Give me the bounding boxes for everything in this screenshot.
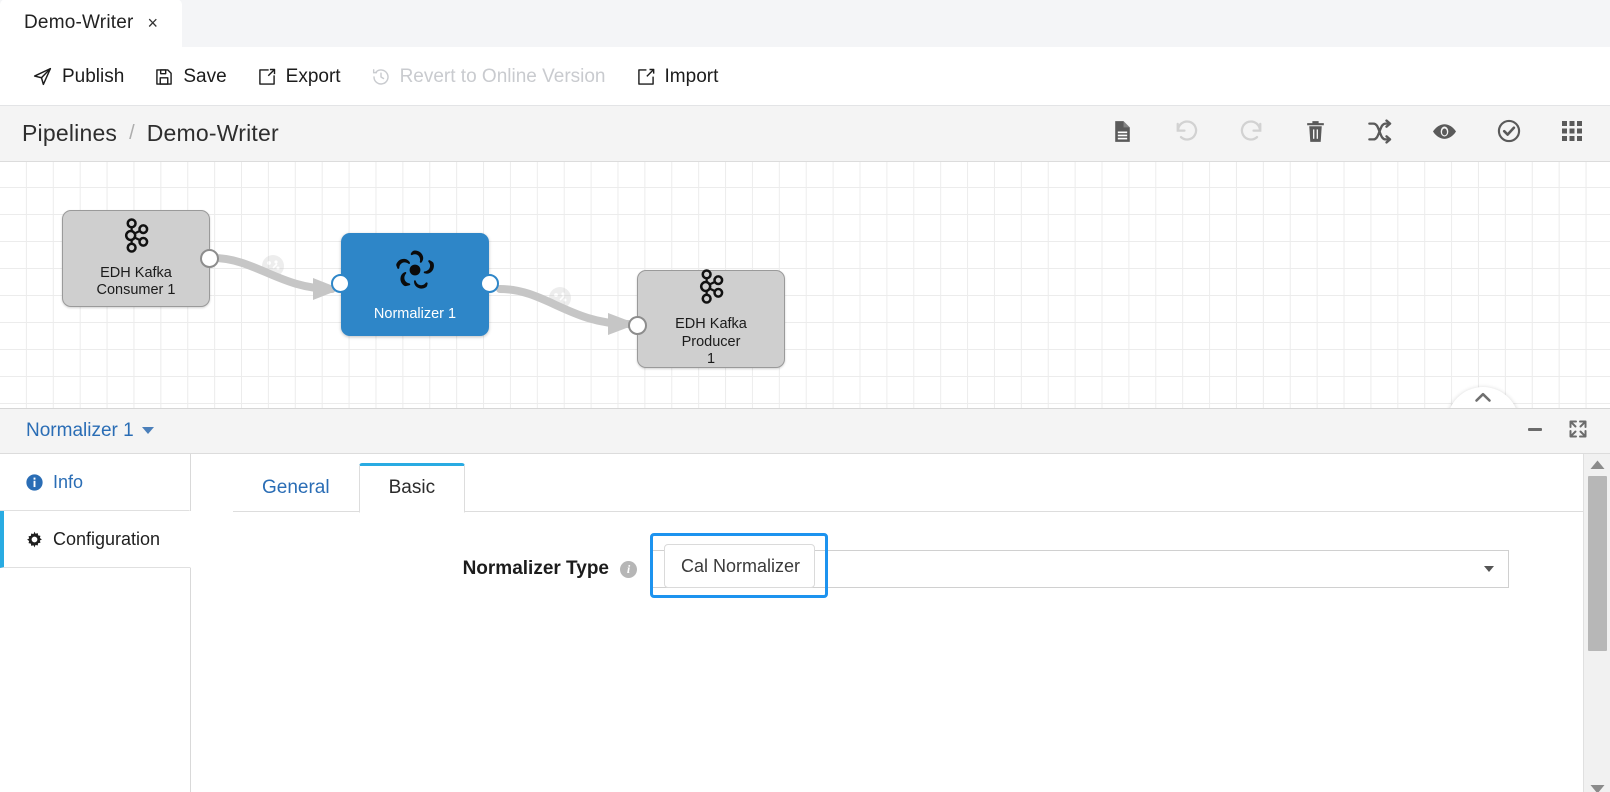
document-tab-label: Demo-Writer bbox=[24, 12, 134, 34]
kafka-icon bbox=[695, 269, 728, 309]
normalizer-type-select-wrap: Cal Normalizer bbox=[651, 550, 1509, 588]
info-icon bbox=[26, 474, 43, 491]
canvas-node-edh-kafka-producer-1[interactable]: EDH Kafka Producer 1 bbox=[637, 270, 785, 368]
minimize-icon[interactable] bbox=[1526, 420, 1544, 443]
node-output-port[interactable] bbox=[480, 274, 499, 293]
panel-content-area: General Basic Normalizer Type i Cal Norm… bbox=[191, 454, 1583, 792]
sidebar-item-label: Configuration bbox=[53, 529, 160, 550]
export-icon bbox=[257, 67, 277, 87]
metrics-gauge-icon bbox=[262, 255, 284, 277]
breadcrumb-separator: / bbox=[129, 122, 135, 145]
node-input-port[interactable] bbox=[331, 274, 350, 293]
canvas-node-label: EDH Kafka Consumer 1 bbox=[91, 265, 182, 300]
scroll-thumb[interactable] bbox=[1588, 476, 1607, 651]
properties-panel-body: Info Configuration General Basic Normali… bbox=[0, 454, 1610, 792]
close-icon[interactable]: × bbox=[148, 14, 159, 32]
eye-preview-icon[interactable] bbox=[1431, 118, 1458, 150]
chevron-down-icon bbox=[1484, 566, 1494, 572]
normalizer-type-value-chip[interactable]: Cal Normalizer bbox=[664, 544, 815, 588]
revert-to-online-version-button: Revert to Online Version bbox=[371, 66, 606, 88]
tab-general[interactable]: General bbox=[233, 477, 359, 512]
chevron-down-icon bbox=[142, 427, 154, 434]
export-label: Export bbox=[286, 66, 341, 88]
breadcrumb-header: Pipelines / Demo-Writer bbox=[0, 106, 1610, 162]
flow-connections bbox=[0, 162, 1610, 408]
field-label-text: Normalizer Type bbox=[463, 558, 609, 580]
publish-label: Publish bbox=[62, 66, 124, 88]
form-row-normalizer-type: Normalizer Type i Cal Normalizer bbox=[191, 550, 1583, 588]
panel-header-actions bbox=[1526, 419, 1588, 444]
save-floppy-icon bbox=[154, 67, 174, 87]
info-circle-icon[interactable]: i bbox=[620, 561, 637, 578]
trash-icon[interactable] bbox=[1303, 119, 1328, 149]
document-tab-demo-writer[interactable]: Demo-Writer × bbox=[0, 0, 182, 47]
tab-basic[interactable]: Basic bbox=[359, 463, 465, 513]
scroll-up-arrow[interactable] bbox=[1590, 457, 1605, 473]
shuffle-icon[interactable] bbox=[1366, 118, 1393, 150]
scroll-down-arrow[interactable] bbox=[1590, 781, 1605, 792]
panel-title-dropdown[interactable]: Normalizer 1 bbox=[26, 420, 154, 442]
import-button[interactable]: Import bbox=[636, 66, 719, 88]
save-label: Save bbox=[183, 66, 226, 88]
normalizer-type-value: Cal Normalizer bbox=[681, 556, 800, 577]
panel-vertical-scrollbar[interactable] bbox=[1583, 454, 1610, 792]
revert-clock-icon bbox=[371, 67, 391, 87]
panel-tab-row: General Basic bbox=[191, 454, 1583, 512]
breadcrumb-root[interactable]: Pipelines bbox=[22, 120, 117, 147]
import-icon bbox=[636, 67, 656, 87]
canvas-node-normalizer-1[interactable]: Normalizer 1 bbox=[341, 233, 489, 336]
normalizer-icon bbox=[391, 246, 439, 299]
breadcrumb-current: Demo-Writer bbox=[147, 120, 279, 147]
redo-icon bbox=[1238, 118, 1265, 150]
kafka-icon bbox=[120, 218, 153, 258]
expand-fullscreen-icon[interactable] bbox=[1568, 419, 1588, 444]
panel-side-tabs: Info Configuration bbox=[0, 454, 191, 792]
check-circle-icon[interactable] bbox=[1496, 118, 1522, 149]
save-button[interactable]: Save bbox=[154, 66, 226, 88]
publish-button[interactable]: Publish bbox=[32, 66, 124, 88]
canvas-toolbar bbox=[1110, 118, 1584, 150]
undo-icon bbox=[1173, 118, 1200, 150]
canvas-node-edh-kafka-consumer-1[interactable]: EDH Kafka Consumer 1 bbox=[62, 210, 210, 307]
configuration-form: Normalizer Type i Cal Normalizer bbox=[191, 512, 1583, 792]
sidebar-item-info[interactable]: Info bbox=[0, 454, 190, 511]
export-button[interactable]: Export bbox=[257, 66, 341, 88]
action-toolbar: Publish Save Export Revert to Online Ver… bbox=[0, 48, 1610, 106]
canvas-node-label: Normalizer 1 bbox=[368, 306, 462, 323]
node-input-port[interactable] bbox=[628, 316, 647, 335]
sidebar-item-label: Info bbox=[53, 472, 83, 493]
pipeline-canvas[interactable]: EDH Kafka Consumer 1 Normalizer 1 bbox=[0, 162, 1610, 409]
sidebar-item-configuration[interactable]: Configuration bbox=[0, 511, 191, 568]
gear-icon bbox=[26, 531, 43, 548]
panel-title-label: Normalizer 1 bbox=[26, 420, 134, 441]
grid-apps-icon[interactable] bbox=[1560, 119, 1584, 148]
metrics-gauge-icon bbox=[549, 287, 571, 309]
properties-panel-header: Normalizer 1 bbox=[0, 409, 1610, 454]
revert-label: Revert to Online Version bbox=[400, 66, 606, 88]
import-label: Import bbox=[665, 66, 719, 88]
document-icon[interactable] bbox=[1110, 119, 1135, 149]
publish-send-icon bbox=[32, 66, 53, 87]
node-output-port[interactable] bbox=[200, 249, 219, 268]
nav-up-icon[interactable] bbox=[1474, 391, 1492, 409]
canvas-node-label: EDH Kafka Producer 1 bbox=[638, 316, 784, 368]
browser-tab-strip: Demo-Writer × bbox=[0, 0, 1610, 48]
field-label-normalizer-type: Normalizer Type i bbox=[191, 558, 651, 580]
